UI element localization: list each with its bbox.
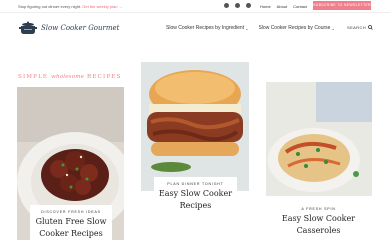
pinterest-icon[interactable] (246, 3, 251, 8)
recipe-card[interactable]: A FRESH SPIN Easy Slow Cooker Casseroles (266, 82, 372, 242)
nav-home[interactable]: Home (260, 4, 271, 9)
nav-contact[interactable]: Contact (293, 4, 307, 9)
section-title: SIMPLE wholesome RECIPES (18, 74, 121, 80)
card-kicker: DISCOVER FRESH IDEAS (41, 210, 101, 214)
recipe-image (266, 82, 372, 196)
facebook-icon[interactable] (224, 3, 229, 8)
promo-link[interactable]: Get the weekly plan → (82, 4, 122, 9)
card-title[interactable]: Easy Slow Cooker Recipes (154, 188, 237, 212)
section-title-script: wholesome (51, 74, 85, 80)
recipe-card-label: DISCOVER FRESH IDEAS Gluten Free Slow Co… (30, 205, 112, 245)
card-kicker: PLAN DINNER TONIGHT (167, 182, 224, 186)
recipe-card[interactable]: DISCOVER FRESH IDEAS Gluten Free Slow Co… (17, 87, 124, 245)
nav-about[interactable]: About (277, 4, 287, 9)
chevron-down-icon: ⌄ (245, 25, 249, 31)
slow-cooker-icon (18, 21, 38, 35)
card-title[interactable]: Easy Slow Cooker Casseroles (275, 213, 362, 237)
instagram-icon[interactable] (235, 3, 240, 8)
chevron-down-icon: ⌄ (331, 25, 335, 31)
recipe-card[interactable]: PLAN DINNER TONIGHT Easy Slow Cooker Rec… (141, 62, 249, 240)
logo-text: Slow Cooker Gourmet (41, 24, 120, 32)
section-title-suffix: RECIPES (87, 74, 122, 80)
social-links (224, 3, 251, 8)
site-header: Slow Cooker Gourmet Slow Cooker Recipes … (0, 13, 390, 43)
nav-by-ingredient[interactable]: Slow Cooker Recipes by Ingredient ⌄ (166, 25, 248, 31)
card-title[interactable]: Gluten Free Slow Cooker Recipes (30, 216, 112, 240)
search-icon (368, 25, 373, 31)
card-kicker: A FRESH SPIN (301, 207, 336, 211)
nav-by-ingredient-label: Slow Cooker Recipes by Ingredient (166, 25, 245, 31)
top-bar: Stop figuring out dinner every night. Ge… (0, 0, 390, 13)
recipe-card-label: A FRESH SPIN Easy Slow Cooker Casseroles (275, 202, 362, 242)
nav-by-course-label: Slow Cooker Recipes by Course (258, 25, 331, 31)
promo-message: Stop figuring out dinner every night. Ge… (18, 4, 123, 9)
section-title-prefix: SIMPLE (18, 74, 49, 80)
promo-text: Stop figuring out dinner every night. (18, 4, 82, 9)
site-logo[interactable]: Slow Cooker Gourmet (18, 21, 119, 35)
subscribe-button[interactable]: SUBSCRIBE TO NEWSLETTER (313, 1, 371, 10)
recipe-image (141, 62, 249, 191)
search-label: SEARCH (347, 25, 367, 30)
search-button[interactable]: SEARCH (347, 25, 373, 31)
main-nav: Slow Cooker Recipes by Ingredient ⌄ Slow… (166, 25, 335, 31)
recipe-card-label: PLAN DINNER TONIGHT Easy Slow Cooker Rec… (154, 177, 237, 219)
nav-by-course[interactable]: Slow Cooker Recipes by Course ⌄ (258, 25, 334, 31)
top-nav: Home About Contact (260, 4, 307, 9)
